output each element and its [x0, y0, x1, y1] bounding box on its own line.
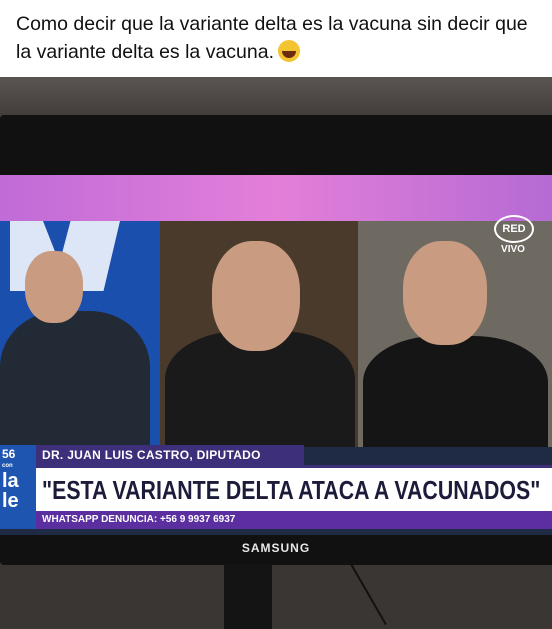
person-left-head: [25, 251, 83, 323]
person-center-head: [212, 241, 300, 351]
lower-third: 56 con la le DR. JUAN LUIS CASTRO, DIPUT…: [0, 445, 552, 535]
video-panel-center: [160, 221, 358, 447]
person-right-head: [403, 241, 487, 345]
channel-logo: RED: [494, 215, 534, 243]
tv-screen: RED VIVO 56 con la le DR. JUAN LUIS CAST…: [0, 175, 552, 535]
side-text-3: la: [2, 470, 19, 492]
side-text-2: con: [2, 463, 13, 469]
person-right-body: [363, 336, 548, 447]
side-text-4: le: [2, 490, 19, 512]
post-caption: Como decir que la variante delta es la v…: [16, 10, 541, 66]
tv-brand: SAMSUNG: [241, 541, 311, 555]
channel-badge: RED VIVO: [494, 215, 534, 255]
ticker-bar: WHATSAPP DENUNCIA: +56 9 9937 6937: [36, 511, 552, 529]
caption-text: Como decir que la variante delta es la v…: [16, 13, 528, 63]
tv-photo: RED VIVO 56 con la le DR. JUAN LUIS CAST…: [0, 77, 552, 629]
television: RED VIVO 56 con la le DR. JUAN LUIS CAST…: [0, 115, 552, 565]
laughing-face-emoji-icon: [278, 40, 300, 62]
headline-text: "ESTA VARIANTE DELTA ATACA A VACUNADOS": [42, 475, 541, 505]
side-strip: 56 con la le: [0, 445, 36, 529]
speaker-name-bar: DR. JUAN LUIS CASTRO, DIPUTADO: [36, 445, 304, 465]
screen-top-band: [0, 175, 552, 221]
live-label: VIVO: [501, 244, 525, 255]
video-panel-left: [0, 221, 160, 447]
person-left-body: [0, 311, 150, 447]
side-text-1: 56: [2, 447, 16, 461]
tv-stand: [224, 564, 272, 629]
headline-bar: "ESTA VARIANTE DELTA ATACA A VACUNADOS": [36, 465, 552, 512]
